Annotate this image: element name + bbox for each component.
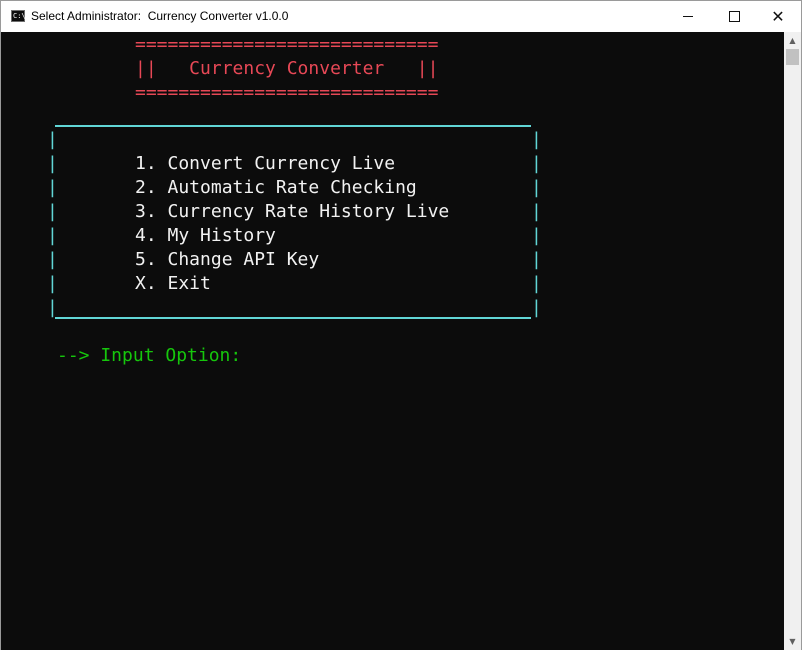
console-icon: C:\ bbox=[11, 10, 26, 22]
header-rule-top: ============================ bbox=[135, 34, 439, 55]
menu-box-left-border: | | | | | | | | bbox=[47, 129, 58, 318]
menu-item-exit: X. Exit bbox=[135, 273, 211, 294]
maximize-icon bbox=[728, 11, 740, 22]
input-prompt: --> Input Option: bbox=[57, 345, 242, 366]
menu-box-top-border bbox=[55, 125, 531, 127]
minimize-button[interactable] bbox=[665, 1, 711, 32]
window-title: Select Administrator: Currency Converter… bbox=[31, 9, 289, 23]
header-title: || Currency Converter || bbox=[135, 58, 439, 79]
console-window: C:\ Select Administrator: Currency Conve… bbox=[0, 0, 802, 650]
menu-item-convert: 1. Convert Currency Live bbox=[135, 153, 396, 174]
menu-box-bottom-border bbox=[55, 317, 531, 319]
menu-item-auto-rate: 2. Automatic Rate Checking bbox=[135, 177, 417, 198]
vertical-scrollbar[interactable]: ▲ ▼ bbox=[784, 32, 801, 650]
console-output[interactable]: ============================ || Currency… bbox=[1, 32, 784, 650]
scroll-down-arrow-icon[interactable]: ▼ bbox=[784, 633, 801, 650]
menu-item-api-key: 5. Change API Key bbox=[135, 249, 320, 270]
header-rule-bottom: ============================ bbox=[135, 82, 439, 103]
minimize-icon bbox=[683, 16, 693, 17]
close-icon: ✕ bbox=[771, 6, 785, 26]
menu-item-my-history: 4. My History bbox=[135, 225, 276, 246]
menu-box-right-border: | | | | | | | | bbox=[531, 129, 542, 318]
title-bar[interactable]: C:\ Select Administrator: Currency Conve… bbox=[1, 1, 801, 32]
menu-item-rate-history: 3. Currency Rate History Live bbox=[135, 201, 450, 222]
scroll-thumb[interactable] bbox=[786, 49, 799, 65]
maximize-button[interactable] bbox=[711, 1, 757, 32]
scroll-up-arrow-icon[interactable]: ▲ bbox=[784, 32, 801, 49]
close-button[interactable]: ✕ bbox=[755, 1, 801, 32]
